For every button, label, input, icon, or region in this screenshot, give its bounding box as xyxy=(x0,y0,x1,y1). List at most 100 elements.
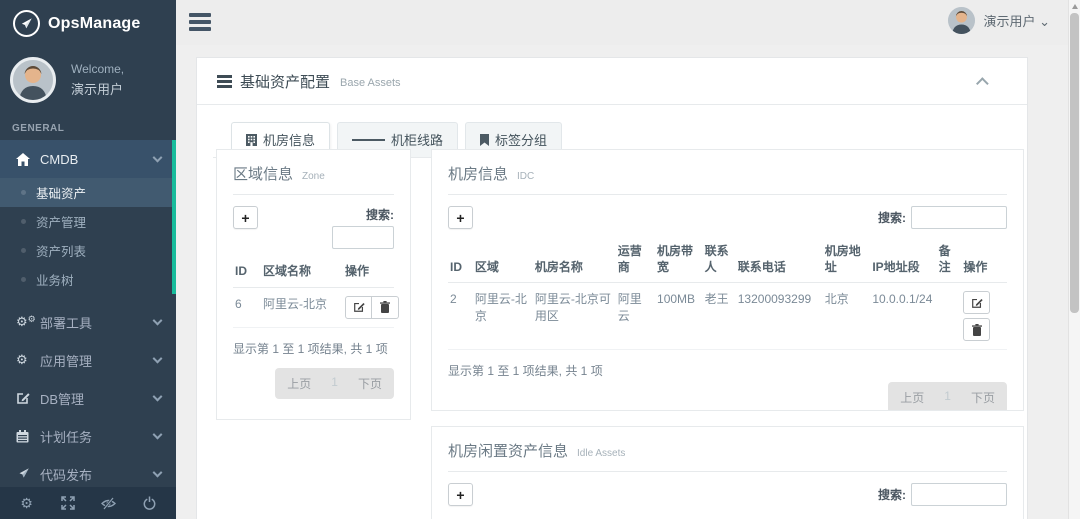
sidebar-subitem-asset-manage[interactable]: 资产管理 xyxy=(0,207,176,236)
sidebar-item-label: DB管理 xyxy=(40,391,85,407)
chevron-down-icon xyxy=(152,152,163,163)
delete-button[interactable] xyxy=(963,318,991,342)
sidebar-item-label: 代码发布 xyxy=(40,467,93,483)
list-bars-icon xyxy=(217,73,232,91)
idc-cell-name: 阿里云-北京可用区 xyxy=(532,282,616,351)
idc-cell-remark xyxy=(936,282,962,351)
eye-slash-icon[interactable] xyxy=(98,496,120,510)
scroll-up-arrow[interactable] xyxy=(1072,4,1078,9)
column-header[interactable]: ID xyxy=(233,259,261,288)
zone-card: 区域信息 Zone + 搜索: ID 区域名称 操作 6 阿里云-北京 显示第 … xyxy=(216,149,411,420)
sidebar-profile[interactable]: Welcome, 演示用户 xyxy=(0,47,176,115)
sidebar-item-cmdb[interactable]: CMDB xyxy=(0,140,176,178)
fullscreen-icon[interactable] xyxy=(57,496,79,510)
idle-search-input[interactable] xyxy=(911,483,1007,506)
delete-button[interactable] xyxy=(372,295,399,319)
prev-page-button[interactable]: 上页 xyxy=(275,368,323,399)
idc-search-input[interactable] xyxy=(911,206,1007,229)
sidebar-item-deploy-tools[interactable]: ⚙ ⚙ 部署工具 xyxy=(0,303,176,341)
sidebar-subitem-asset-list[interactable]: 资产列表 xyxy=(0,236,176,265)
scrollbar-thumb[interactable] xyxy=(1070,13,1079,313)
tab-label: 机房信息 xyxy=(263,133,316,148)
edit-button[interactable] xyxy=(963,291,991,315)
column-header[interactable]: 机房地址 xyxy=(822,239,871,284)
idc-cell-zone: 阿里云-北京 xyxy=(472,282,533,351)
sidebar-footer: ⚙ xyxy=(0,487,176,519)
zone-card-title: 区域信息 xyxy=(233,166,294,183)
idc-cell-id: 2 xyxy=(448,282,473,351)
zone-search-input[interactable] xyxy=(332,226,394,249)
idc-cell-address: 北京 xyxy=(822,282,871,351)
app-logo[interactable]: OpsManage xyxy=(0,0,176,47)
collapse-chevron-up-icon[interactable] xyxy=(976,77,989,90)
zone-search-label: 搜索: xyxy=(366,208,394,222)
idc-table-info: 显示第 1 至 1 项结果, 共 1 项 xyxy=(448,364,603,379)
idle-card-title: 机房闲置资产信息 xyxy=(448,443,569,460)
tab-label: 标签分组 xyxy=(495,133,548,148)
page-subtitle: Base Assets xyxy=(340,77,401,89)
column-header[interactable]: 机房带宽 xyxy=(655,239,703,284)
bookmark-icon xyxy=(480,133,490,146)
zone-table-info: 显示第 1 至 1 项结果, 共 1 项 xyxy=(233,341,388,356)
prev-page-button[interactable]: 上页 xyxy=(888,382,936,410)
page-number[interactable]: 1 xyxy=(936,382,959,410)
idc-add-button[interactable]: + xyxy=(448,206,473,229)
column-header[interactable]: 机房名称 xyxy=(532,239,616,284)
panel-header: 基础资产配置 Base Assets xyxy=(197,58,1027,105)
idc-cell-bandwidth: 100MB xyxy=(655,282,703,351)
idc-pagination: 上页 1 下页 xyxy=(888,382,1007,410)
idc-cell-contact: 老王 xyxy=(702,282,736,351)
idc-table: ID 区域 机房名称 运营商 机房带宽 联系人 联系电话 机房地址 IP地址段 … xyxy=(448,239,1007,351)
column-header[interactable]: 联系人 xyxy=(702,239,736,284)
idc-search-label: 搜索: xyxy=(878,211,906,225)
column-header[interactable]: 运营商 xyxy=(615,239,656,284)
user-dropdown[interactable]: 演示用户 ⌄ xyxy=(948,7,1050,34)
sidebar-section-label: GENERAL xyxy=(12,123,65,134)
power-icon[interactable] xyxy=(139,496,161,510)
next-page-button[interactable]: 下页 xyxy=(346,368,394,399)
chevron-down-icon xyxy=(152,429,163,440)
column-header[interactable]: 联系电话 xyxy=(735,239,823,284)
hamburger-icon[interactable] xyxy=(189,13,211,32)
column-header[interactable]: 操作 xyxy=(343,259,394,288)
idle-add-button[interactable]: + xyxy=(448,483,473,506)
page-number[interactable]: 1 xyxy=(323,368,346,399)
subitem-label: 基础资产 xyxy=(36,187,87,201)
app-name: OpsManage xyxy=(48,14,141,32)
page-title: 基础资产配置 xyxy=(240,74,331,91)
send-icon xyxy=(16,467,40,481)
settings-gear-icon[interactable]: ⚙ xyxy=(16,495,38,512)
idc-card-subtitle: IDC xyxy=(517,171,535,182)
chevron-down-icon xyxy=(152,353,163,364)
rocket-icon xyxy=(13,10,40,37)
chevron-down-icon xyxy=(152,391,163,402)
page-scrollbar[interactable] xyxy=(1068,0,1080,519)
column-header[interactable]: 操作 xyxy=(961,239,1007,284)
gear-icon: ⚙ xyxy=(16,352,28,367)
idle-assets-card: 机房闲置资产信息 Idle Assets + 搜索: ID 所在机房 资产名称 … xyxy=(431,426,1024,519)
next-page-button[interactable]: 下页 xyxy=(959,382,1007,410)
column-header[interactable]: 区域 xyxy=(472,239,533,284)
zone-pagination: 上页 1 下页 xyxy=(275,367,394,399)
column-header[interactable]: 备注 xyxy=(936,239,962,284)
sidebar-subitem-base-assets[interactable]: 基础资产 xyxy=(0,178,176,207)
column-header[interactable]: 区域名称 xyxy=(261,259,343,288)
topbar-username: 演示用户 ⌄ xyxy=(983,14,1050,29)
idc-cell-phone: 13200093299 xyxy=(735,282,823,351)
zone-row-name: 阿里云-北京 xyxy=(261,287,343,328)
idc-card-title: 机房信息 xyxy=(448,166,509,183)
sidebar-username: 演示用户 xyxy=(71,82,124,98)
sidebar-item-app-manage[interactable]: ⚙ 应用管理 xyxy=(0,341,176,379)
edit-button[interactable] xyxy=(345,295,372,319)
chevron-down-icon xyxy=(152,315,163,326)
sidebar-subitem-business-tree[interactable]: 业务树 xyxy=(0,265,176,294)
zone-table: ID 区域名称 操作 6 阿里云-北京 xyxy=(233,259,399,328)
subitem-label: 资产列表 xyxy=(36,245,87,259)
column-header[interactable]: ID xyxy=(448,239,473,284)
zone-add-button[interactable]: + xyxy=(233,206,258,229)
sidebar-item-db-manage[interactable]: DB管理 xyxy=(0,379,176,417)
sidebar: OpsManage Welcome, 演示用户 GENERAL CMDB 基础资… xyxy=(0,0,176,519)
idle-card-subtitle: Idle Assets xyxy=(577,448,626,459)
column-header[interactable]: IP地址段 xyxy=(870,239,937,284)
sidebar-item-cron-tasks[interactable]: 计划任务 xyxy=(0,417,176,455)
